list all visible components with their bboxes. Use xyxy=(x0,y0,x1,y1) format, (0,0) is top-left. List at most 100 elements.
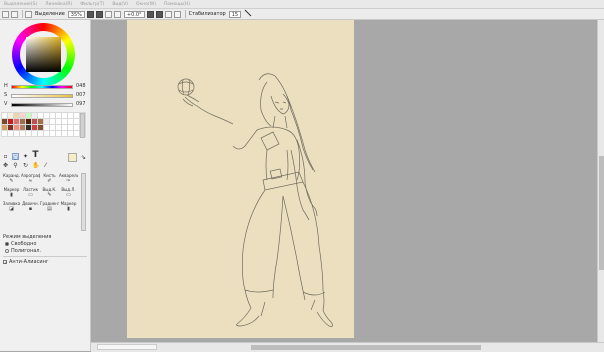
color-swatch[interactable] xyxy=(43,118,50,125)
saturation-value[interactable]: 007 xyxy=(76,92,86,98)
brush-scrollbar[interactable] xyxy=(81,173,86,231)
swap-colors-icon[interactable]: ⇘ xyxy=(80,154,87,161)
move-icon[interactable]: ✥ xyxy=(2,162,9,169)
rotate-icon[interactable]: ↻ xyxy=(22,162,29,169)
vertical-scrollbar[interactable] xyxy=(597,20,604,342)
color-swatch[interactable] xyxy=(67,112,74,119)
color-swatch[interactable] xyxy=(73,112,80,119)
zoom-out-button[interactable] xyxy=(86,10,94,18)
color-swatch[interactable] xyxy=(43,124,50,131)
selection-mode-free-option[interactable]: Свободно xyxy=(5,241,36,247)
vertical-scroll-thumb[interactable] xyxy=(599,156,604,270)
color-swatch[interactable] xyxy=(7,124,14,131)
canvas-paper[interactable] xyxy=(127,20,354,338)
color-swatch[interactable] xyxy=(31,130,38,137)
saturation-value-square[interactable] xyxy=(26,37,61,72)
color-swatch[interactable] xyxy=(31,124,38,131)
color-swatch[interactable] xyxy=(19,118,26,125)
hue-slider[interactable] xyxy=(11,85,73,89)
color-swatch[interactable] xyxy=(37,118,44,125)
zoom-in-button[interactable] xyxy=(95,10,103,18)
color-swatch[interactable] xyxy=(61,112,68,119)
color-swatch[interactable] xyxy=(73,118,80,125)
color-swatch[interactable] xyxy=(73,130,80,137)
value-value[interactable]: 097 xyxy=(76,101,86,107)
color-swatch[interactable] xyxy=(19,124,26,131)
brush-tool[interactable]: Маркер ▮ xyxy=(59,201,78,215)
color-swatch[interactable] xyxy=(61,118,68,125)
color-swatch[interactable] xyxy=(55,130,62,137)
menu-window[interactable]: Окно(W) xyxy=(136,2,156,7)
color-swatch[interactable] xyxy=(49,124,56,131)
brush-tool[interactable]: Ластик ▭ xyxy=(21,187,40,201)
selection-toggle-checkbox[interactable] xyxy=(25,10,32,18)
toolbar-mode-button-1[interactable] xyxy=(2,10,9,18)
eyedropper-icon[interactable]: ⁄ xyxy=(42,162,49,169)
color-swatch[interactable] xyxy=(37,130,44,137)
brush-tool[interactable]: Кисть ✐ xyxy=(40,173,59,187)
menu-filter[interactable]: Фильтр(T) xyxy=(80,2,104,7)
flip-button[interactable] xyxy=(173,10,181,18)
color-swatch[interactable] xyxy=(37,112,44,119)
color-swatch[interactable] xyxy=(13,112,20,119)
text-icon[interactable]: T xyxy=(32,151,39,160)
color-swatch[interactable] xyxy=(67,130,74,137)
foreground-color-swatch[interactable] xyxy=(68,153,77,162)
rotate-reset-button[interactable] xyxy=(164,10,172,18)
zoom-icon[interactable]: ⚲ xyxy=(12,162,19,169)
canvas-workspace[interactable] xyxy=(91,20,597,342)
saturation-slider[interactable] xyxy=(11,94,73,98)
rotate-ccw-button[interactable] xyxy=(146,10,154,18)
hue-value[interactable]: 048 xyxy=(76,83,86,89)
color-swatch[interactable] xyxy=(19,130,26,137)
color-swatch[interactable] xyxy=(61,130,68,137)
brush-tool[interactable]: Выд.К. ✎ xyxy=(40,187,59,201)
brush-tool[interactable]: Маркер ▮ xyxy=(2,187,21,201)
color-swatch[interactable] xyxy=(7,112,14,119)
color-swatch[interactable] xyxy=(73,124,80,131)
toolbar-mode-button-2[interactable] xyxy=(11,10,18,18)
color-swatch[interactable] xyxy=(43,112,50,119)
lasso-icon[interactable]: ◌ xyxy=(12,153,19,161)
swatch-scrollbar[interactable] xyxy=(80,113,85,138)
color-swatch[interactable] xyxy=(13,124,20,131)
menu-view[interactable]: Вид(V) xyxy=(112,2,128,7)
line-tool-icon[interactable] xyxy=(244,9,252,19)
selection-mode-polygon-option[interactable]: Полигонал. xyxy=(5,248,41,254)
color-swatch[interactable] xyxy=(1,130,8,137)
color-swatch[interactable] xyxy=(67,124,74,131)
color-swatch[interactable] xyxy=(31,112,38,119)
horizontal-scroll-thumb[interactable] xyxy=(251,345,481,350)
color-swatch[interactable] xyxy=(7,130,14,137)
stabilizer-field[interactable]: 15 xyxy=(228,10,242,18)
menu-help[interactable]: Помощь(H) xyxy=(164,2,190,7)
radio-polygon[interactable] xyxy=(5,249,9,253)
value-slider[interactable] xyxy=(11,103,73,107)
color-swatch[interactable] xyxy=(67,118,74,125)
color-swatch[interactable] xyxy=(25,130,32,137)
hand-icon[interactable]: ✋ xyxy=(32,162,39,169)
color-swatch[interactable] xyxy=(19,112,26,119)
color-swatch[interactable] xyxy=(55,124,62,131)
color-swatch[interactable] xyxy=(49,112,56,119)
brush-tool[interactable]: Каранд. ✎ xyxy=(2,173,21,187)
magic-wand-icon[interactable]: ✦ xyxy=(22,153,29,160)
color-swatch[interactable] xyxy=(13,130,20,137)
color-swatch[interactable] xyxy=(37,124,44,131)
menu-selection[interactable]: Выделение(S) xyxy=(4,2,37,7)
color-swatch[interactable] xyxy=(1,112,8,119)
rotation-field[interactable]: +0.0° xyxy=(123,10,145,18)
rotate-left-button[interactable] xyxy=(113,10,121,18)
brush-tool[interactable]: Заливка ◪ xyxy=(2,201,21,215)
color-swatch[interactable] xyxy=(13,118,20,125)
radio-free[interactable] xyxy=(5,242,9,246)
color-swatch[interactable] xyxy=(55,118,62,125)
brush-tool[interactable]: Акварель ✑ xyxy=(59,173,78,187)
color-swatch[interactable] xyxy=(25,112,32,119)
brush-tool[interactable]: Градиент ▤ xyxy=(40,201,59,215)
color-swatch[interactable] xyxy=(31,118,38,125)
menu-ruler[interactable]: Линейка(R) xyxy=(45,2,72,7)
color-swatch[interactable] xyxy=(49,118,56,125)
color-swatch[interactable] xyxy=(7,118,14,125)
antialias-checkbox[interactable]: ✓ xyxy=(3,260,7,265)
